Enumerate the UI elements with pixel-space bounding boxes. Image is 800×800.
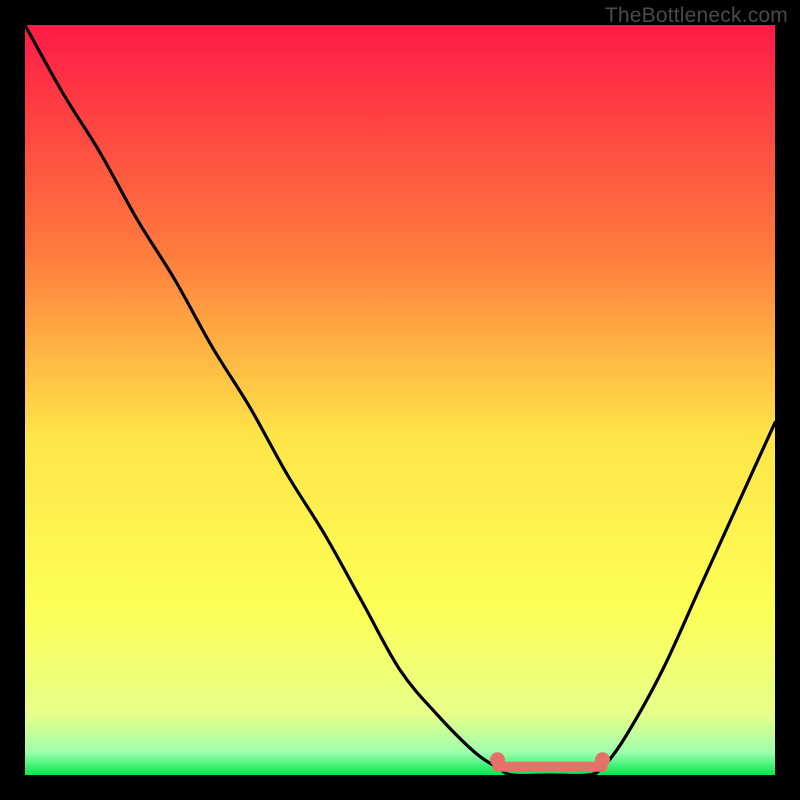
- gradient-background: [25, 25, 775, 775]
- bottleneck-chart: [25, 25, 775, 775]
- chart-svg: [25, 25, 775, 775]
